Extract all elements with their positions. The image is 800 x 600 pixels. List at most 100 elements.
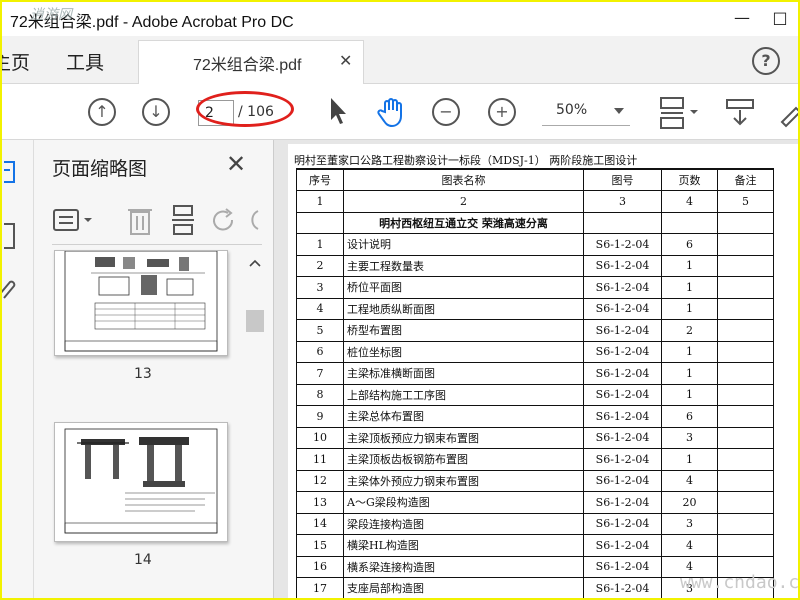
- table-row: 3 桥位平面图 S6-1-2-04 1: [296, 276, 774, 299]
- next-page-icon[interactable]: ↓: [142, 98, 170, 126]
- panel-title: 页面缩略图: [52, 158, 148, 180]
- maximize-button[interactable]: □: [768, 6, 792, 30]
- table-row: 2 主要工程数量表 S6-1-2-04 1: [296, 254, 774, 277]
- minimize-button[interactable]: —: [730, 6, 754, 30]
- row-number: 15: [296, 534, 344, 557]
- remark: [717, 362, 774, 385]
- drawing-code: S6-1-2-04: [583, 383, 662, 406]
- section-row: 明村西枢纽互通立交 荣潍高速分离: [296, 211, 774, 234]
- table-header-row: 序号 图表名称 图号 页数 备注: [296, 168, 774, 191]
- app-window: 72米组合梁.pdf - Adobe Acrobat Pro DC 逍游网 — …: [2, 2, 798, 598]
- row-number: 2: [296, 254, 344, 277]
- page-count: 3: [661, 426, 718, 449]
- drawing-code: S6-1-2-04: [583, 405, 662, 428]
- document-tab-label: 72米组合梁.pdf: [193, 57, 302, 74]
- section-title: 明村西枢纽互通立交 荣潍高速分离: [343, 211, 584, 234]
- scroll-up-icon[interactable]: [246, 252, 264, 292]
- column-header: 图号: [583, 168, 662, 191]
- watermark-logo: 逍游网: [30, 7, 72, 23]
- drawing-name: 主梁总体布置图: [343, 405, 584, 428]
- remark: [717, 448, 774, 471]
- tab-home[interactable]: 主页: [2, 48, 30, 75]
- select-tool-icon[interactable]: [328, 96, 348, 126]
- page-thumbnail[interactable]: [54, 250, 228, 356]
- title-bar: 72米组合梁.pdf - Adobe Acrobat Pro DC 逍游网 — …: [2, 2, 798, 36]
- remark: [717, 469, 774, 492]
- thumbnail-drawing: [64, 250, 218, 352]
- rotate-clockwise-icon[interactable]: [248, 206, 260, 234]
- row-number: 1: [296, 233, 344, 256]
- delete-page-icon[interactable]: [126, 204, 154, 236]
- close-panel-icon[interactable]: ✕: [226, 150, 246, 178]
- row-number: 13: [296, 491, 344, 514]
- drawing-code: S6-1-2-04: [583, 319, 662, 342]
- tab-document[interactable]: 72米组合梁.pdf ✕: [138, 40, 364, 84]
- drawing-code: S6-1-2-04: [583, 340, 662, 363]
- row-number: 7: [296, 362, 344, 385]
- previous-page-icon[interactable]: ↑: [88, 98, 116, 126]
- row-number: 11: [296, 448, 344, 471]
- page-display-icon[interactable]: [658, 96, 700, 130]
- page-count: 1: [661, 254, 718, 277]
- zoom-in-icon[interactable]: +: [488, 98, 516, 126]
- page-thumbnail[interactable]: [54, 422, 228, 542]
- table-row: 8 上部结构施工工序图 S6-1-2-04 1: [296, 383, 774, 406]
- close-tab-icon[interactable]: ✕: [339, 51, 352, 70]
- drawing-name: 主梁标准横断面图: [343, 362, 584, 385]
- options-menu-icon[interactable]: [52, 206, 96, 234]
- thumbnail-number: 13: [134, 366, 152, 382]
- scroll-mode-icon[interactable]: [724, 96, 758, 130]
- rotate-page-icon[interactable]: [210, 206, 238, 234]
- bookmarks-icon[interactable]: [4, 222, 18, 252]
- toolbar: ↑ ↓ 2 / 106 − + 50%: [2, 84, 798, 140]
- document-viewer[interactable]: 明村至董家口公路工程勘察设计一标段（MDSJ-1） 两阶段施工图设计 序号 图表…: [274, 140, 798, 598]
- panel-scrollbar[interactable]: [246, 252, 264, 592]
- page-count: 1: [661, 362, 718, 385]
- drawing-code: S6-1-2-04: [583, 469, 662, 492]
- drawing-code: S6-1-2-04: [583, 491, 662, 514]
- page-thumbnails-icon[interactable]: [4, 160, 18, 190]
- remark: [717, 491, 774, 514]
- tab-bar: 主页 工具 72米组合梁.pdf ✕ ?: [2, 36, 798, 84]
- remark: [717, 340, 774, 363]
- chevron-down-icon: [614, 108, 624, 114]
- row-number: 16: [296, 555, 344, 578]
- row-number: 9: [296, 405, 344, 428]
- drawing-name: 横系梁连接构造图: [343, 555, 584, 578]
- panel-toolbar: [34, 198, 274, 242]
- page-count: 1: [661, 383, 718, 406]
- page-count: 1: [661, 340, 718, 363]
- table-row: 10 主梁顶板预应力钢束布置图 S6-1-2-04 3: [296, 426, 774, 449]
- row-number: 8: [296, 383, 344, 406]
- edit-pen-icon[interactable]: [778, 96, 798, 130]
- drawing-code: S6-1-2-04: [583, 276, 662, 299]
- attachments-icon[interactable]: [2, 278, 18, 304]
- table-row: 15 横梁HL构造图 S6-1-2-04 4: [296, 534, 774, 557]
- column-number: 1: [296, 190, 344, 213]
- help-icon[interactable]: ?: [752, 47, 780, 75]
- drawing-code: S6-1-2-04: [583, 233, 662, 256]
- column-header: 备注: [717, 168, 774, 191]
- tab-tools[interactable]: 工具: [66, 48, 104, 75]
- page-count: 20: [661, 491, 718, 514]
- drawing-name: 横梁HL构造图: [343, 534, 584, 557]
- zoom-select[interactable]: 50%: [542, 98, 630, 126]
- hand-tool-icon[interactable]: [376, 96, 408, 128]
- remark: [717, 276, 774, 299]
- insert-page-icon[interactable]: [170, 204, 196, 236]
- drawing-name: 主梁体外预应力钢束布置图: [343, 469, 584, 492]
- column-number: 4: [661, 190, 718, 213]
- drawing-name: A～G梁段构造图: [343, 491, 584, 514]
- site-watermark: www.cndao.com: [680, 572, 798, 593]
- thumbnail-number: 14: [134, 552, 152, 568]
- drawing-name: 桩位坐标图: [343, 340, 584, 363]
- page-count: 1: [661, 276, 718, 299]
- drawing-name: 桥型布置图: [343, 319, 584, 342]
- drawing-code: S6-1-2-04: [583, 448, 662, 471]
- remark: [717, 405, 774, 428]
- remark: [717, 383, 774, 406]
- drawing-name: 主梁顶板齿板钢筋布置图: [343, 448, 584, 471]
- scrollbar-thumb[interactable]: [246, 310, 264, 332]
- table-row: 1 设计说明 S6-1-2-04 6: [296, 233, 774, 256]
- zoom-out-icon[interactable]: −: [432, 98, 460, 126]
